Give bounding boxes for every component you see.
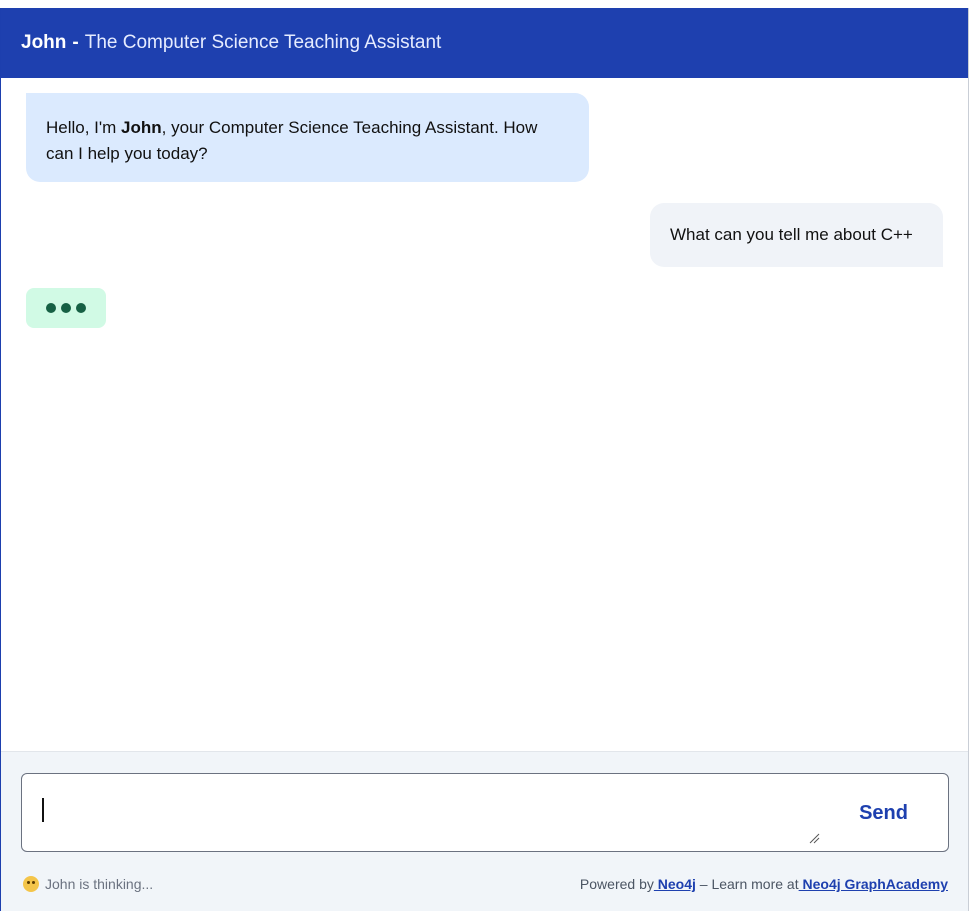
message-list: Hello, I'm John, your Computer Science T… [1, 78, 968, 751]
bot-message-name: John [121, 118, 162, 137]
user-message-text: What can you tell me about C++ [670, 225, 913, 244]
typing-dot [76, 303, 86, 313]
powered-by: Powered by Neo4j – Learn more at Neo4j G… [580, 876, 948, 892]
neo4j-link[interactable]: Neo4j [654, 876, 696, 892]
graphacademy-link[interactable]: Neo4j GraphAcademy [799, 876, 948, 892]
send-button[interactable]: Send [859, 802, 908, 825]
assistant-subtitle: The Computer Science Teaching Assistant [84, 32, 442, 53]
status-line: John is thinking... [23, 876, 153, 892]
learn-more-text: – Learn more at [695, 876, 799, 892]
message-input[interactable]: Send [21, 773, 949, 852]
header-separator: - [72, 32, 79, 53]
text-caret [42, 798, 44, 822]
thinking-face-icon [23, 876, 39, 892]
bot-message-prefix: Hello, I'm [46, 118, 122, 137]
typing-dot [61, 303, 71, 313]
typing-dot [46, 303, 56, 313]
resize-handle-icon[interactable] [808, 832, 820, 844]
user-message: What can you tell me about C++ [650, 203, 943, 267]
chat-window: John - The Computer Science Teaching Ass… [0, 8, 969, 911]
chat-header: John - The Computer Science Teaching Ass… [1, 8, 968, 78]
composer-area: Send John is thinking... Powered by Neo4… [1, 751, 968, 911]
powered-prefix: Powered by [579, 876, 654, 892]
status-text: John is thinking... [45, 876, 154, 892]
bot-message: Hello, I'm John, your Computer Science T… [26, 93, 589, 182]
typing-indicator [26, 288, 106, 328]
assistant-name: John [21, 32, 67, 53]
